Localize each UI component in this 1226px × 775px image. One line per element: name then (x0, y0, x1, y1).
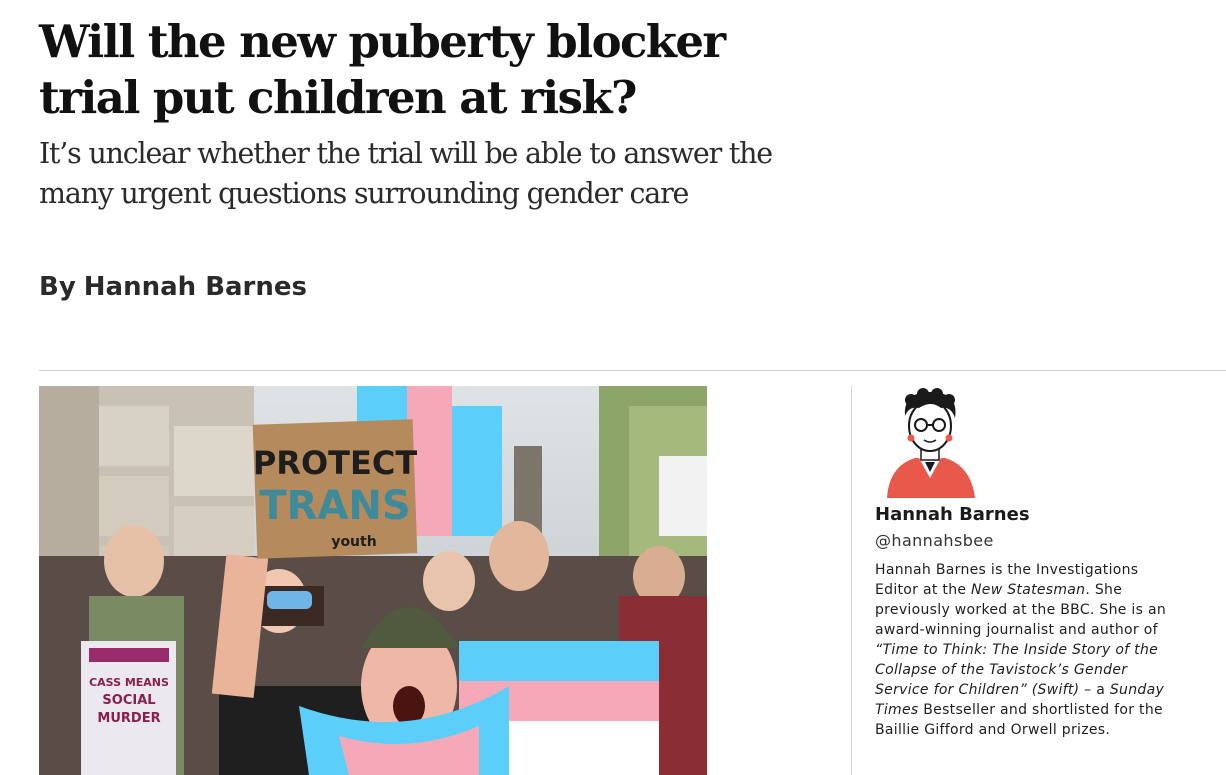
author-card: Hannah Barnes @hannahsbee Hannah Barnes … (875, 386, 1175, 740)
svg-text:MURDER: MURDER (97, 711, 160, 726)
sign-text-2: TRANS (259, 483, 410, 529)
sign-text-3: youth (331, 534, 376, 550)
bio-text: – a (1079, 682, 1110, 698)
hero-image: CASS MEANS SOCIAL MURDER PROTECT TRANS y… (39, 386, 707, 775)
author-name[interactable]: Hannah Barnes (875, 502, 1175, 528)
sign-text-1: PROTECT (253, 444, 417, 482)
author-handle-link[interactable]: @hannahsbee (875, 528, 994, 554)
section-divider (39, 370, 1226, 371)
byline: By Hannah Barnes (39, 269, 307, 305)
article-headline: Will the new puberty blocker trial put c… (39, 15, 726, 124)
author-portrait (887, 388, 975, 498)
author-bio: Hannah Barnes is the Investigations Edit… (875, 560, 1175, 740)
article-standfirst: It’s unclear whether the trial will be a… (39, 137, 773, 210)
bio-italic-publication: New Statesman (971, 582, 1086, 598)
poster-text: CASS MEANS (89, 676, 169, 689)
bio-text: Bestseller and shortlisted for the Baill… (875, 702, 1163, 738)
byline-prefix: By (39, 272, 76, 302)
protest-photo: CASS MEANS SOCIAL MURDER PROTECT TRANS y… (39, 386, 707, 775)
column-divider (851, 386, 852, 775)
byline-author-link[interactable]: Hannah Barnes (84, 272, 307, 302)
svg-text:SOCIAL: SOCIAL (102, 693, 155, 708)
